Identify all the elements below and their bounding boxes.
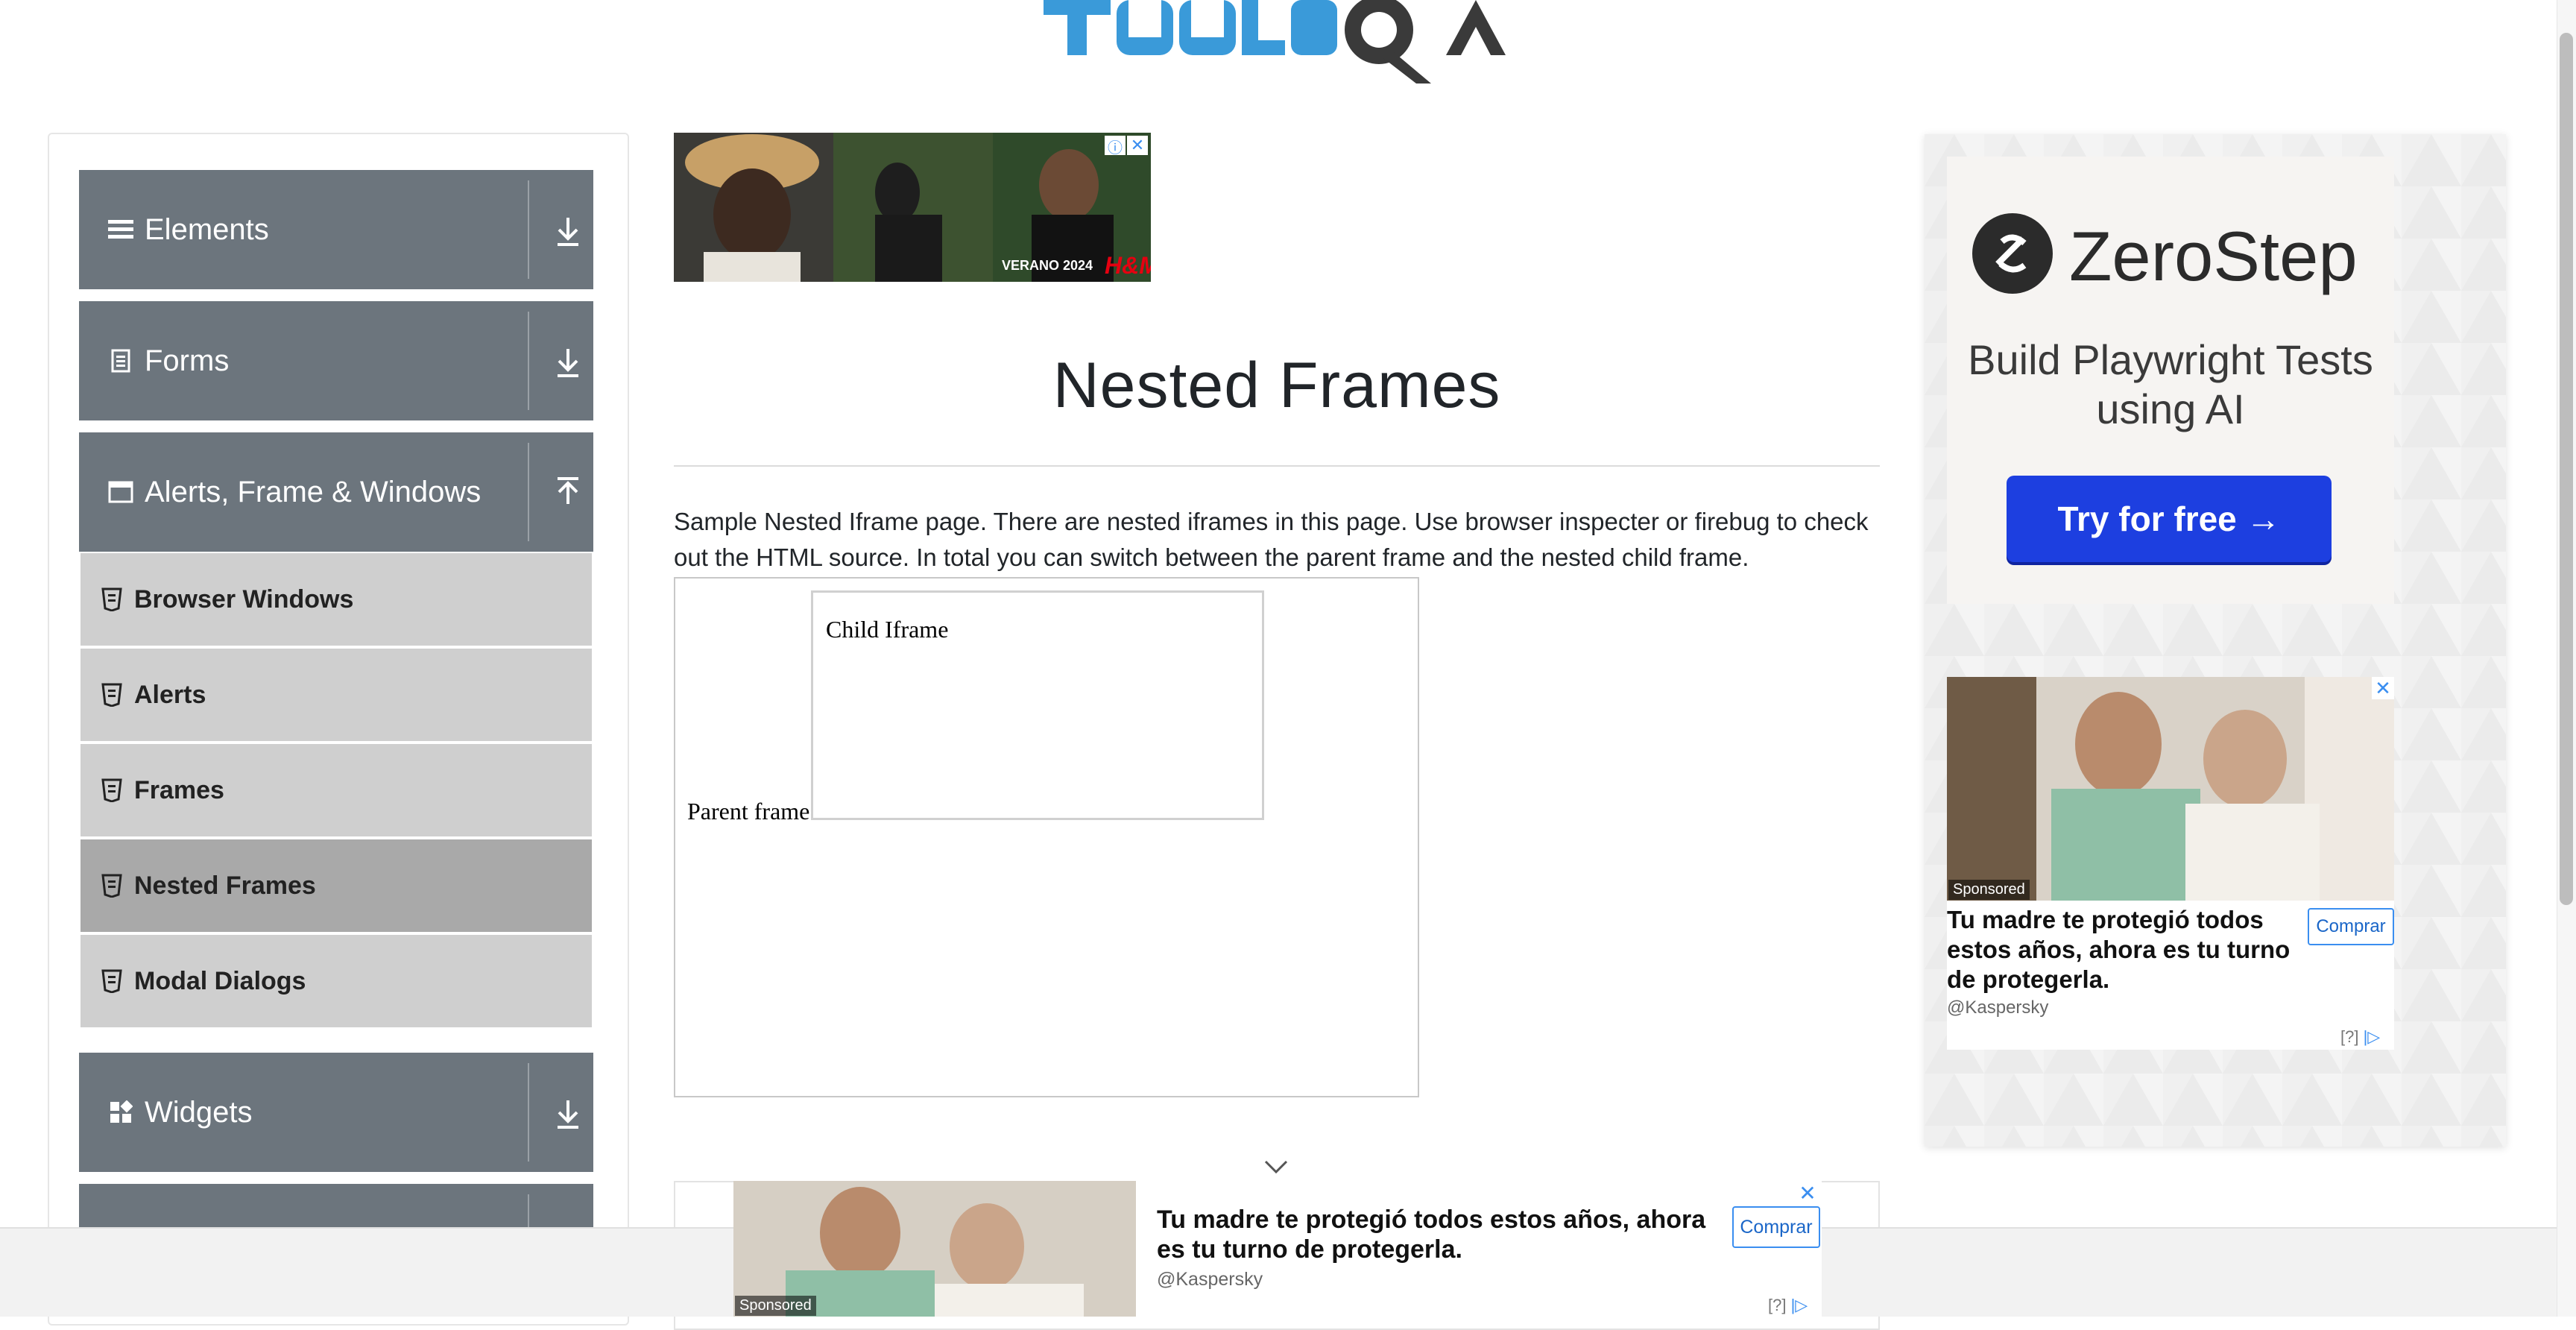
ad-headline[interactable]: Tu madre te protegió todos estos años, a… xyxy=(1947,905,2305,995)
adchoices-icon[interactable]: [?] |▷ xyxy=(1768,1296,1808,1315)
sidebar-item-frames[interactable]: Frames xyxy=(80,744,592,836)
sidebar-item-label: Alerts xyxy=(134,680,206,709)
ad-info-icon[interactable]: ⓘ xyxy=(1105,136,1126,157)
toolsqa-logo[interactable] xyxy=(1029,0,1535,83)
zerostep-logo-icon xyxy=(1972,213,2053,294)
zerostep-tagline: Build Playwright Tests using AI xyxy=(1968,336,2373,432)
sidebar-item-browser-windows[interactable]: Browser Windows xyxy=(80,553,592,646)
scrollbar-thumb[interactable] xyxy=(2560,33,2573,905)
ad-close-icon[interactable]: ✕ xyxy=(1127,136,1148,155)
sidebar-item-label: Browser Windows xyxy=(134,584,354,614)
ad-headline[interactable]: Tu madre te protegió todos estos años, a… xyxy=(1157,1205,1738,1264)
ad-handle: @Kaspersky xyxy=(1947,998,2049,1018)
sidebar-group-label: Alerts, Frame & Windows xyxy=(145,475,482,508)
sidebar-group-forms[interactable]: Forms xyxy=(79,301,593,420)
sidebar-item-modal-dialogs[interactable]: Modal Dialogs xyxy=(80,935,592,1027)
sidebar-group-widgets[interactable]: Widgets xyxy=(79,1053,593,1172)
sidebar-group-elements[interactable]: Elements xyxy=(79,170,593,289)
sidebar-group-label: Elements xyxy=(145,212,269,246)
adchoices-label: [?] xyxy=(2340,1027,2359,1046)
upload-arrow-icon[interactable] xyxy=(549,474,587,513)
grid-icon xyxy=(104,1096,137,1129)
page-description: Sample Nested Iframe page. There are nes… xyxy=(674,508,1869,571)
zerostep-brand-name: ZeroStep xyxy=(2069,217,2358,295)
child-frame-text: Child Iframe xyxy=(826,616,949,643)
html5-icon xyxy=(101,874,122,898)
ad-close-icon[interactable]: ✕ xyxy=(2372,677,2394,699)
adchoices-icon[interactable]: [?] |▷ xyxy=(2340,1027,2380,1047)
sidebar-item-nested-frames[interactable]: Nested Frames xyxy=(80,839,592,932)
document-icon xyxy=(104,344,137,377)
title-divider xyxy=(674,465,1880,467)
sidebar-item-label: Modal Dialogs xyxy=(134,966,306,995)
sidebar-item-alerts[interactable]: Alerts xyxy=(80,649,592,741)
divider xyxy=(528,180,529,279)
sidebar-group-label: Forms xyxy=(145,344,230,377)
download-arrow-icon[interactable] xyxy=(549,212,587,250)
page-title: Nested Frames xyxy=(1052,350,1501,421)
html5-icon xyxy=(101,778,122,802)
html5-icon xyxy=(101,969,122,993)
sponsored-label: Sponsored xyxy=(1948,880,2030,900)
sidebar-item-label: Frames xyxy=(134,775,224,804)
top-banner-ad[interactable]: VERANO 2024 H&M ⓘ ✕ xyxy=(674,133,1151,282)
chevron-down-icon[interactable] xyxy=(1261,1157,1291,1178)
html5-icon xyxy=(101,587,122,611)
window-icon xyxy=(104,476,137,508)
hm-logo: H&M xyxy=(1105,252,1151,279)
sidebar-group-alerts-frame-windows[interactable]: Alerts, Frame & Windows xyxy=(79,432,593,552)
divider xyxy=(528,312,529,410)
download-arrow-icon[interactable] xyxy=(549,1094,587,1133)
hamburger-icon xyxy=(104,213,137,246)
ad-caption: VERANO 2024 xyxy=(1002,258,1093,273)
divider xyxy=(528,443,529,541)
parent-frame-text: Parent frame xyxy=(687,798,810,825)
ad-handle: @Kaspersky xyxy=(1157,1269,1263,1290)
family-ad-photo xyxy=(1947,677,2394,901)
sponsored-label: Sponsored xyxy=(735,1296,816,1316)
ad-close-icon[interactable]: ✕ xyxy=(1796,1182,1819,1205)
adchoices-label: [?] xyxy=(1768,1296,1787,1314)
download-arrow-icon[interactable] xyxy=(549,343,587,382)
divider xyxy=(528,1063,529,1162)
try-for-free-button[interactable]: Try for free → xyxy=(2007,476,2332,562)
html5-icon xyxy=(101,683,122,707)
sidebar-item-label: Nested Frames xyxy=(134,871,316,900)
buy-button[interactable]: Comprar xyxy=(2308,908,2394,945)
buy-button[interactable]: Comprar xyxy=(1732,1206,1820,1248)
sidebar-group-label: Widgets xyxy=(145,1095,253,1129)
